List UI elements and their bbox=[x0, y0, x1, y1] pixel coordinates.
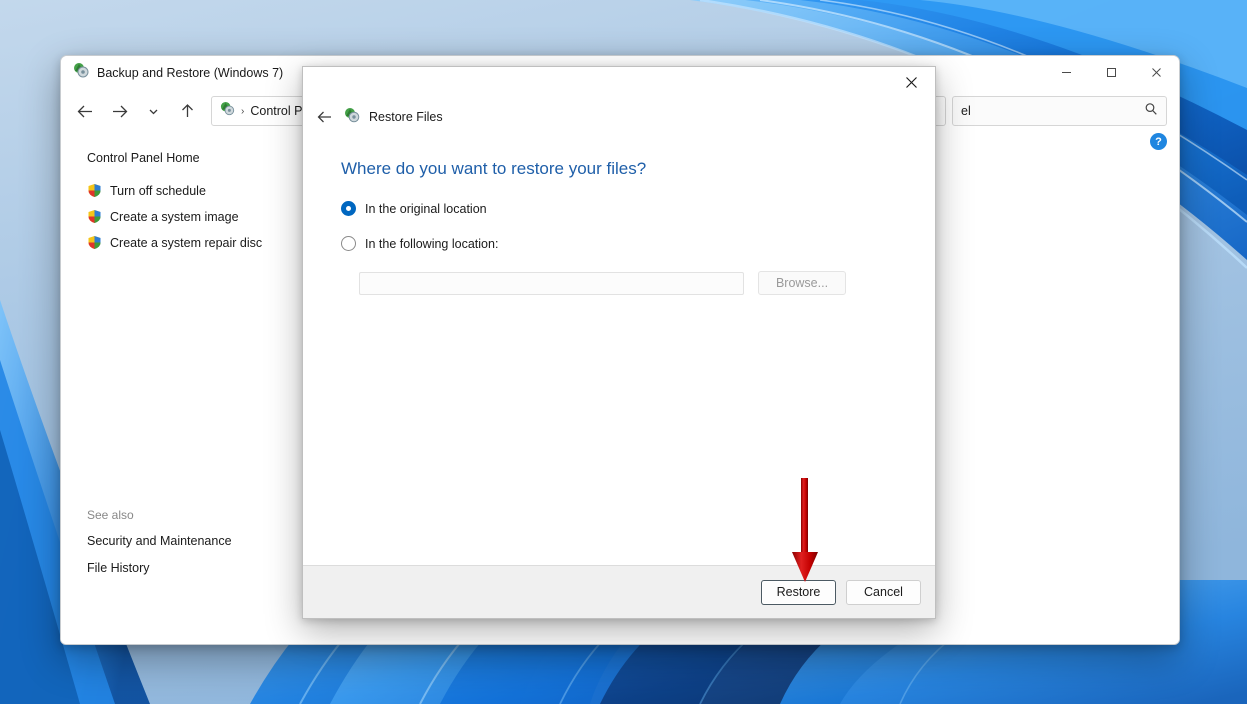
back-button[interactable] bbox=[69, 96, 101, 126]
window-title: Backup and Restore (Windows 7) bbox=[97, 66, 283, 80]
dialog-nav: Restore Files bbox=[303, 99, 935, 135]
radio-option-original-location[interactable]: In the original location bbox=[341, 201, 897, 216]
backup-restore-icon bbox=[73, 62, 89, 83]
see-also-link-file-history[interactable]: File History bbox=[87, 561, 287, 575]
sidebar-item-create-system-image[interactable]: Create a system image bbox=[87, 209, 291, 224]
minimize-button[interactable] bbox=[1044, 56, 1089, 89]
dialog-title: Restore Files bbox=[369, 110, 443, 124]
close-button[interactable] bbox=[1134, 56, 1179, 89]
shield-icon bbox=[87, 235, 102, 250]
dialog-heading: Where do you want to restore your files? bbox=[341, 159, 897, 179]
dialog-titlebar bbox=[303, 67, 935, 99]
sidebar-item-turn-off-schedule[interactable]: Turn off schedule bbox=[87, 183, 291, 198]
see-also-section: See also Security and Maintenance File H… bbox=[87, 508, 287, 588]
search-input[interactable]: el bbox=[961, 104, 1144, 118]
dialog-back-button[interactable] bbox=[315, 107, 335, 127]
radio-button-following-location[interactable] bbox=[341, 236, 356, 251]
window-controls bbox=[1044, 56, 1179, 89]
restore-files-dialog: Restore Files Where do you want to resto… bbox=[302, 66, 936, 619]
path-row: Browse... bbox=[359, 271, 897, 295]
shield-icon bbox=[87, 183, 102, 198]
sidebar-item-label: Create a system repair disc bbox=[110, 236, 262, 250]
shield-icon bbox=[87, 209, 102, 224]
forward-button[interactable] bbox=[103, 96, 135, 126]
restore-files-icon bbox=[344, 107, 360, 128]
see-also-link-security-and-maintenance[interactable]: Security and Maintenance bbox=[87, 534, 287, 548]
radio-label-original-location: In the original location bbox=[365, 202, 487, 216]
sidebar-item-create-system-repair-disc[interactable]: Create a system repair disc bbox=[87, 235, 291, 250]
radio-button-original-location[interactable] bbox=[341, 201, 356, 216]
cancel-button[interactable]: Cancel bbox=[846, 580, 921, 605]
sidebar-item-control-panel-home[interactable]: Control Panel Home bbox=[87, 151, 291, 165]
see-also-title: See also bbox=[87, 508, 287, 522]
dialog-close-button[interactable] bbox=[889, 67, 933, 97]
breadcrumb-separator: › bbox=[241, 106, 244, 117]
maximize-button[interactable] bbox=[1089, 56, 1134, 89]
dialog-footer: Restore Cancel bbox=[303, 565, 935, 618]
restore-button[interactable]: Restore bbox=[761, 580, 836, 605]
search-box[interactable]: el bbox=[952, 96, 1167, 126]
radio-label-following-location: In the following location: bbox=[365, 237, 498, 251]
restore-path-input[interactable] bbox=[359, 272, 744, 295]
search-icon[interactable] bbox=[1144, 102, 1158, 121]
browse-button[interactable]: Browse... bbox=[758, 271, 846, 295]
sidebar-item-label: Turn off schedule bbox=[110, 184, 206, 198]
help-button[interactable]: ? bbox=[1150, 133, 1167, 150]
sidebar: Control Panel Home Turn off schedule Cre… bbox=[61, 133, 291, 645]
dialog-content: Where do you want to restore your files?… bbox=[303, 135, 935, 565]
up-button[interactable] bbox=[171, 96, 203, 126]
radio-option-following-location[interactable]: In the following location: bbox=[341, 236, 897, 251]
recent-locations-button[interactable] bbox=[137, 96, 169, 126]
sidebar-item-label: Create a system image bbox=[110, 210, 239, 224]
control-panel-icon bbox=[220, 101, 235, 121]
